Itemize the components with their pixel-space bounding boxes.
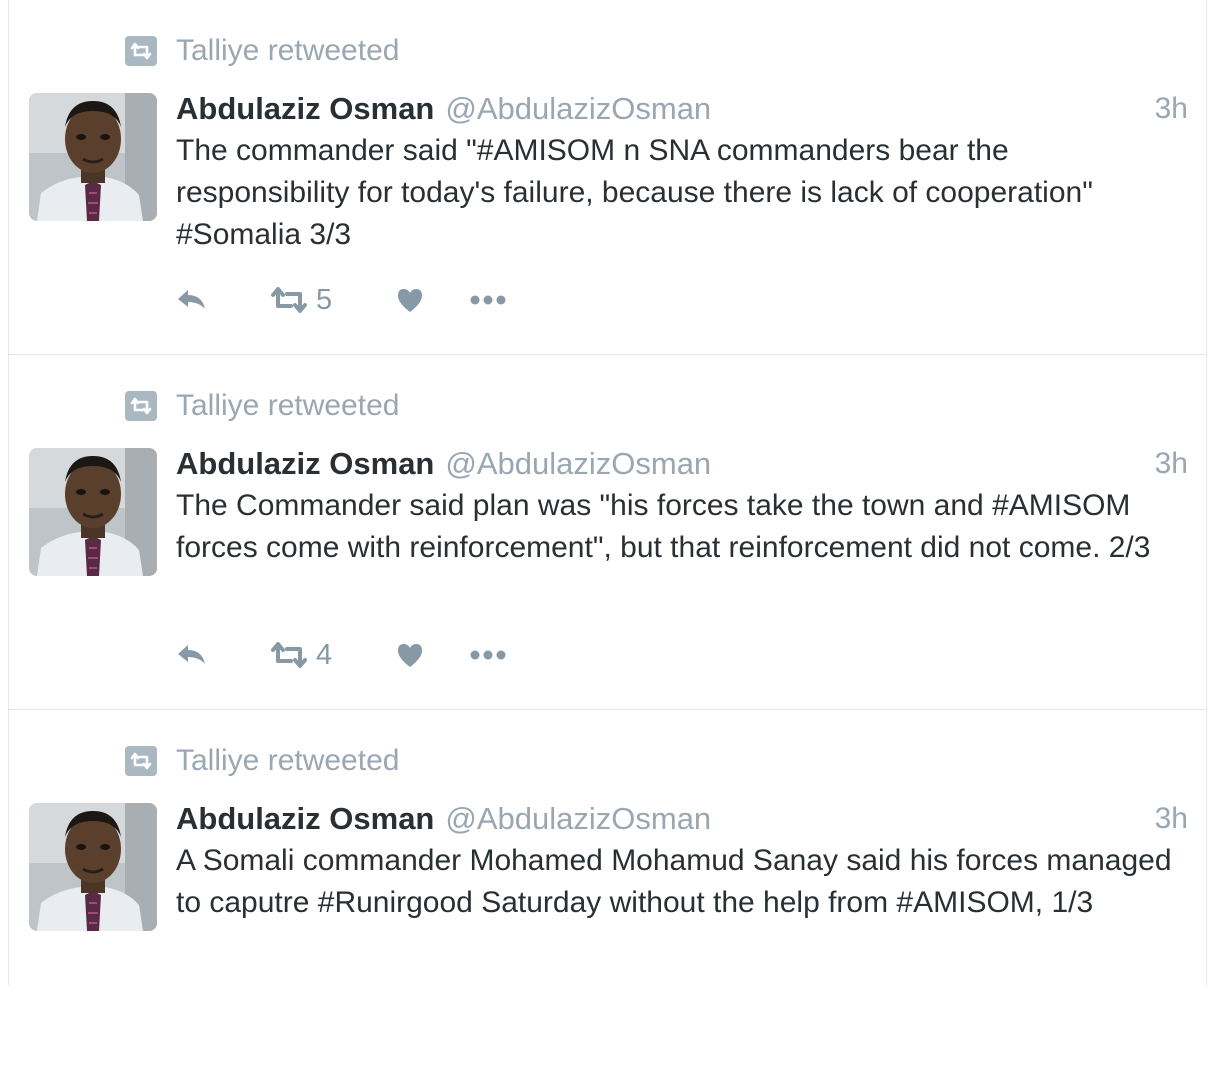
retweeted-by-label[interactable]: Talliye retweeted	[176, 744, 399, 778]
author-name[interactable]: Abdulaziz Osman	[176, 91, 434, 127]
tweet-actions: 4	[176, 635, 530, 675]
tweet[interactable]: Talliye retweeted Abdulaziz Osman @Abdul…	[9, 355, 1206, 710]
reply-icon	[178, 645, 205, 664]
retweet-icon	[271, 287, 307, 313]
retweet-icon	[271, 642, 307, 668]
author-handle[interactable]: @AbdulazizOsman	[445, 91, 711, 127]
tweet[interactable]: Talliye retweeted Abdulaziz Osman @Abdul…	[9, 710, 1206, 1065]
avatar[interactable]	[29, 803, 157, 931]
tweet-text: A Somali commander Mohamed Mohamud Sanay…	[176, 844, 1172, 919]
avatar[interactable]	[29, 93, 157, 221]
more-icon	[470, 295, 506, 305]
reply-button[interactable]	[176, 642, 270, 668]
retweet-count: 5	[316, 283, 333, 316]
tweet[interactable]: Talliye retweeted Abdulaziz Osman @Abdul…	[9, 0, 1206, 355]
like-icon	[398, 644, 422, 667]
timeline: Talliye retweeted Abdulaziz Osman @Abdul…	[8, 0, 1207, 985]
retweet-context: Talliye retweeted	[125, 388, 399, 424]
tweet-content: Abdulaziz Osman @AbdulazizOsman 3h The C…	[176, 443, 1188, 569]
retweeted-by-label[interactable]: Talliye retweeted	[176, 389, 399, 423]
avatar[interactable]	[29, 448, 157, 576]
retweet-count: 4	[316, 638, 333, 671]
tweet-text: The commander said "#AMISOM n SNA comman…	[176, 134, 1093, 251]
tweet-header: Abdulaziz Osman @AbdulazizOsman 3h	[176, 88, 1188, 130]
tweet-content: Abdulaziz Osman @AbdulazizOsman 3h A Som…	[176, 798, 1188, 924]
author-name[interactable]: Abdulaziz Osman	[176, 446, 434, 482]
retweet-button[interactable]: 5	[270, 284, 396, 317]
retweet-context-icon	[125, 391, 157, 421]
timestamp[interactable]: 3h	[1155, 802, 1188, 836]
retweet-context-icon	[125, 746, 157, 776]
retweet-button[interactable]: 4	[270, 639, 396, 672]
author-handle[interactable]: @AbdulazizOsman	[445, 801, 711, 837]
reply-icon	[178, 290, 205, 309]
retweet-context-icon	[125, 36, 157, 66]
retweet-context: Talliye retweeted	[125, 743, 399, 779]
timestamp[interactable]: 3h	[1155, 447, 1188, 481]
timestamp[interactable]: 3h	[1155, 92, 1188, 126]
author-handle[interactable]: @AbdulazizOsman	[445, 446, 711, 482]
retweeted-by-label[interactable]: Talliye retweeted	[176, 34, 399, 68]
retweet-context: Talliye retweeted	[125, 33, 399, 69]
more-icon	[470, 650, 506, 660]
like-icon	[398, 289, 422, 312]
like-button[interactable]	[396, 642, 470, 668]
tweet-text: The Commander said plan was "his forces …	[176, 489, 1151, 564]
tweet-actions: 5	[176, 280, 530, 320]
reply-button[interactable]	[176, 287, 270, 313]
like-button[interactable]	[396, 287, 470, 313]
tweet-content: Abdulaziz Osman @AbdulazizOsman 3h The c…	[176, 88, 1188, 256]
more-button[interactable]	[470, 649, 530, 661]
tweet-header: Abdulaziz Osman @AbdulazizOsman 3h	[176, 443, 1188, 485]
tweet-header: Abdulaziz Osman @AbdulazizOsman 3h	[176, 798, 1188, 840]
more-button[interactable]	[470, 294, 530, 306]
author-name[interactable]: Abdulaziz Osman	[176, 801, 434, 837]
